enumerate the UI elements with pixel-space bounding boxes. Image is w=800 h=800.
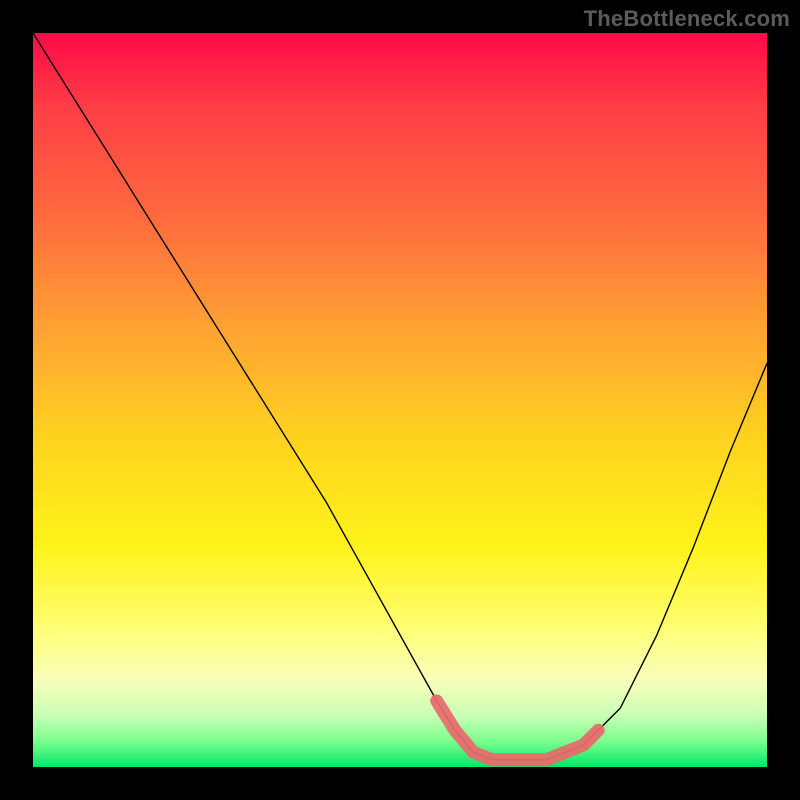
curve-layer xyxy=(33,33,767,767)
plot-area xyxy=(33,33,767,767)
watermark-text: TheBottleneck.com xyxy=(584,6,790,32)
optimal-range-highlight xyxy=(437,701,599,760)
bottleneck-curve xyxy=(33,33,767,760)
